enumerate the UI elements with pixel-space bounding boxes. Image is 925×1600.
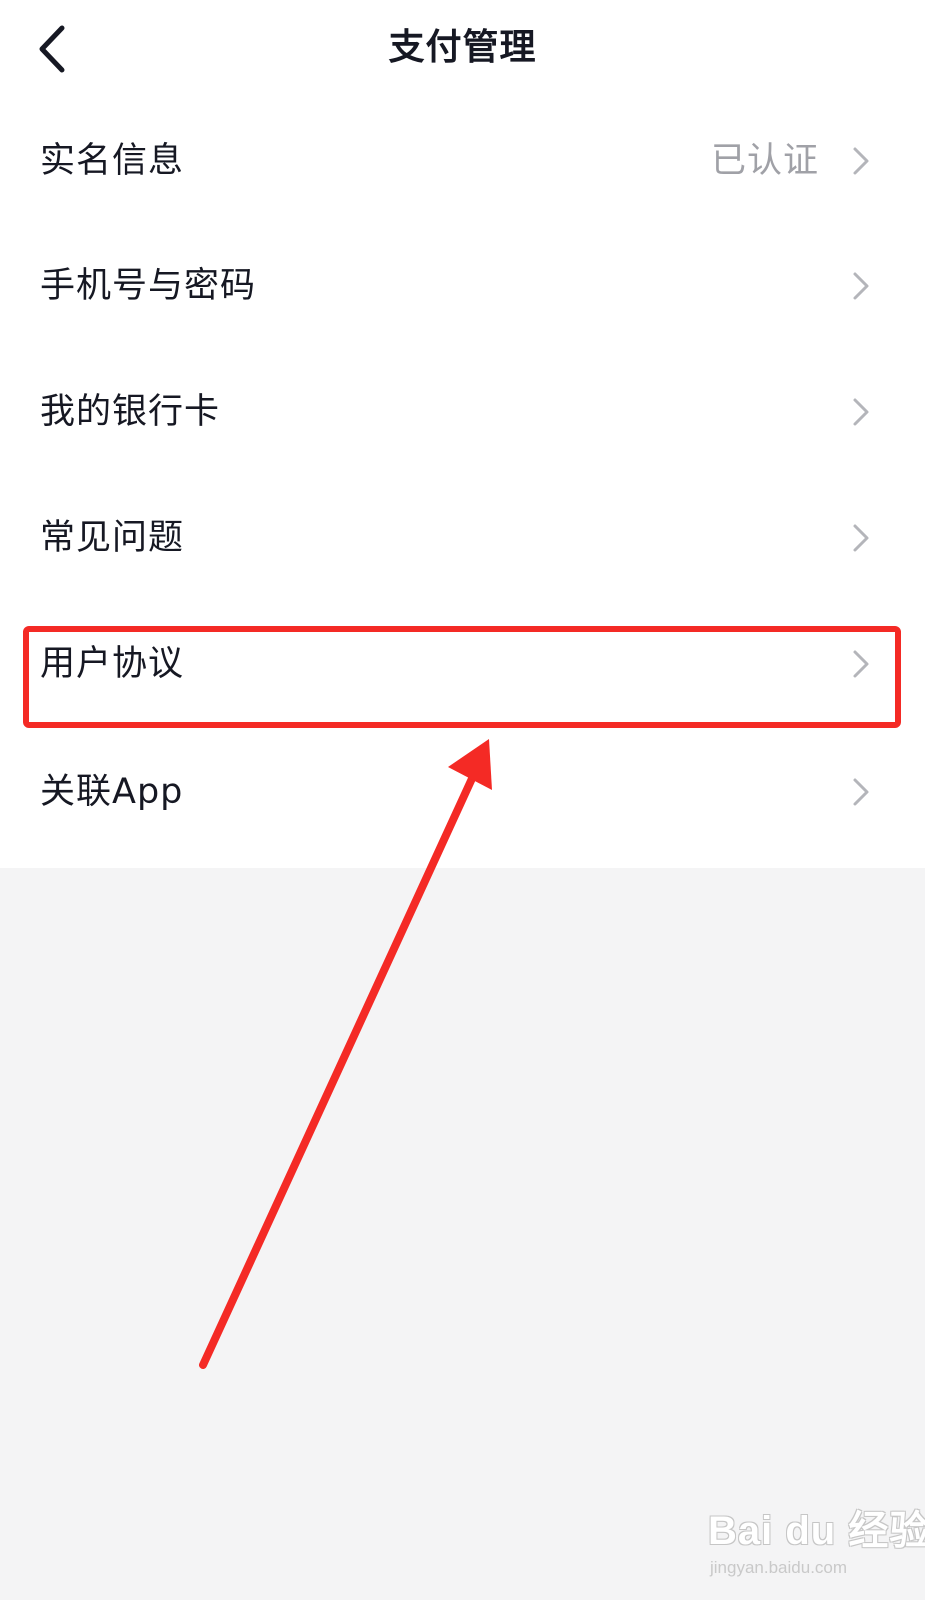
navigation-bar: 支付管理 [0,0,925,98]
highlight-box [23,626,901,728]
menu-item-label: 关联App [40,772,184,812]
chevron-right-icon [853,147,869,175]
baidu-jingyan-watermark: Bai du 经验 jingyan.baidu.com [708,1498,925,1588]
chevron-right-icon [853,524,869,552]
menu-item-label: 我的银行卡 [40,392,221,432]
menu-item-phone-password[interactable]: 手机号与密码 [0,222,925,350]
menu-item-label: 手机号与密码 [40,266,257,306]
menu-item-real-name-info[interactable]: 实名信息 已认证 [0,97,925,225]
verification-status: 已认证 [710,141,819,181]
menu-item-faq[interactable]: 常见问题 [0,474,925,602]
menu-item-label: 常见问题 [40,518,185,558]
page-title: 支付管理 [388,27,537,68]
chevron-right-icon [853,272,869,300]
menu-item-bank-cards[interactable]: 我的银行卡 [0,348,925,476]
watermark-logo-text: Bai du 经验 [708,1509,925,1553]
menu-item-linked-app[interactable]: 关联App [0,728,925,856]
chevron-right-icon [853,778,869,806]
menu-item-label: 实名信息 [40,141,185,181]
chevron-right-icon [853,398,869,426]
settings-panel: 支付管理 实名信息 已认证 手机号与密码 我的银行卡 常见问题 用户协议 关联A… [0,0,925,868]
watermark-url: jingyan.baidu.com [710,1558,848,1577]
